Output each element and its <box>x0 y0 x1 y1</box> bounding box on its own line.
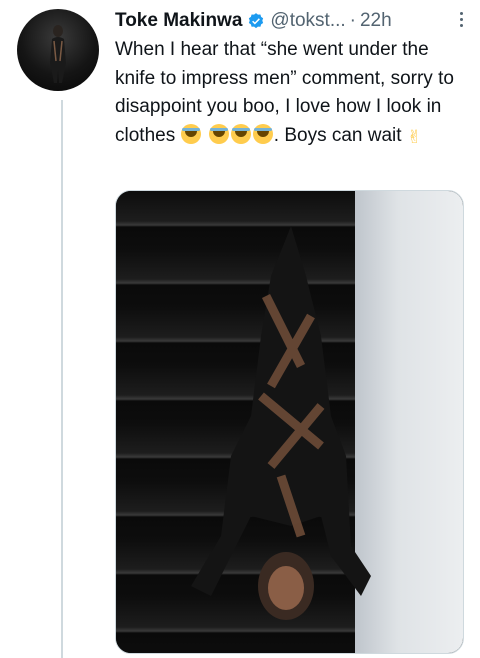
tears-of-joy-emoji-icon <box>252 123 273 144</box>
verified-badge-icon <box>249 13 264 29</box>
avatar[interactable] <box>17 9 99 91</box>
thread-line <box>61 100 63 658</box>
photo-person-illustration <box>191 226 371 620</box>
tweet-text: When I hear that “she went under the kni… <box>115 36 465 151</box>
tears-of-joy-emoji-icon <box>230 123 251 144</box>
tweet-header: Toke Makinwa @tokst... · 22h <box>115 9 458 33</box>
victory-hand-emoji-icon: ✌ <box>406 126 422 147</box>
tears-of-joy-emoji-icon <box>208 123 229 144</box>
author-name[interactable]: Toke Makinwa <box>115 10 242 32</box>
avatar-figure-icon <box>50 25 66 83</box>
header-separator: · <box>349 10 356 31</box>
tweet-photo[interactable] <box>115 190 464 654</box>
more-options-icon[interactable] <box>458 12 464 30</box>
tears-of-joy-emoji-icon <box>181 123 202 144</box>
author-handle[interactable]: @tokst... <box>270 10 345 32</box>
tweet-text-after: . Boys can wait <box>273 124 407 146</box>
tweet-timestamp[interactable]: 22h <box>360 10 392 32</box>
